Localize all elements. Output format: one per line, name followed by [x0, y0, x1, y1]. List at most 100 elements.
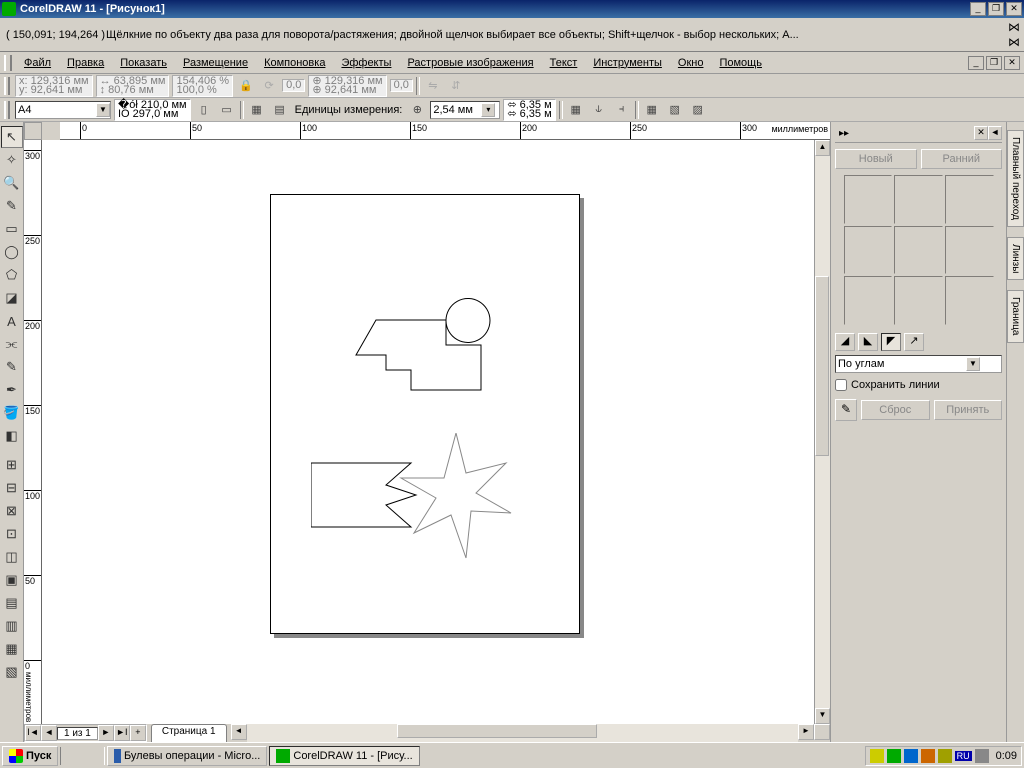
eyedropper-tool[interactable]: ✎ [1, 356, 23, 378]
polygon-tool[interactable]: ⬠ [1, 264, 23, 286]
scrollbar-vertical[interactable]: ▲ ▼ [814, 140, 830, 724]
spinner-icon[interactable]: ▾ [481, 103, 495, 117]
scrollbar-horizontal[interactable]: ◄ ► [231, 724, 814, 742]
scroll-h-thumb[interactable] [397, 724, 597, 738]
menu-file[interactable]: Файл [16, 55, 59, 71]
rectangle-tool[interactable]: ▭ [1, 218, 23, 240]
snap-button[interactable]: ▦ [566, 100, 586, 120]
scroll-left-button[interactable]: ◄ [231, 724, 247, 740]
extra-tool-8[interactable]: ▥ [1, 615, 23, 637]
docker-menu-button[interactable]: ◄ [988, 126, 1002, 140]
paper-size-value[interactable] [16, 104, 96, 116]
close-button[interactable]: ✕ [1006, 2, 1022, 16]
start-button[interactable]: Пуск [2, 746, 58, 766]
preset-cell[interactable] [844, 276, 893, 325]
drawing-page[interactable] [270, 194, 580, 634]
snap3-button[interactable]: ⫞ [612, 100, 632, 120]
extra-tool-2[interactable]: ⊟ [1, 477, 23, 499]
eyedropper-button[interactable]: ✎ [835, 399, 857, 421]
preset-cell[interactable] [894, 276, 943, 325]
first-page-button[interactable]: I◄ [25, 725, 41, 741]
fill-tool[interactable]: 🪣 [1, 402, 23, 424]
corner-style-value[interactable] [836, 358, 966, 370]
minimize-button[interactable]: _ [970, 2, 986, 16]
nudge-combo[interactable]: ▾ [430, 101, 500, 119]
clock[interactable]: 0:09 [992, 750, 1017, 762]
docker-close-button[interactable]: ✕ [974, 126, 988, 140]
add-page-button[interactable]: + [130, 725, 146, 741]
ruler-horizontal[interactable]: миллиметров 050100150200250300 [60, 122, 830, 140]
tray-icon[interactable] [938, 749, 952, 763]
page-dimensions[interactable]: �ół 210,0 мм IŌ 297,0 мм [114, 99, 191, 121]
corner-style-combo[interactable]: ▼ [835, 355, 1002, 373]
menu-help[interactable]: Помощь [711, 55, 770, 71]
docker-tab-lens[interactable]: Линзы [1007, 237, 1024, 280]
ellipse-tool[interactable]: ◯ [1, 241, 23, 263]
keep-lines-checkbox[interactable]: Сохранить линии [835, 379, 1002, 391]
tray-icon[interactable] [887, 749, 901, 763]
menu-effects[interactable]: Эффекты [333, 55, 399, 71]
opt3-button[interactable]: ▨ [688, 100, 708, 120]
scroll-v-thumb[interactable] [815, 276, 829, 456]
maximize-button[interactable]: ❐ [988, 2, 1004, 16]
toolbar-grip[interactable] [4, 55, 12, 71]
language-indicator[interactable]: RU [955, 751, 972, 761]
bowtie-icon[interactable]: ⋈ [1008, 35, 1020, 49]
tray-icon[interactable] [921, 749, 935, 763]
apply-button[interactable]: Принять [934, 400, 1003, 420]
menu-edit[interactable]: Правка [59, 55, 112, 71]
extra-tool-6[interactable]: ▣ [1, 569, 23, 591]
basic-shapes-tool[interactable]: ◪ [1, 287, 23, 309]
zoom-tool[interactable]: 🔍 [1, 172, 23, 194]
docker-tab-border[interactable]: Граница [1007, 290, 1024, 342]
paper-size-combo[interactable]: ▼ [15, 101, 111, 119]
landscape-button[interactable]: ▭ [217, 100, 237, 120]
last-page-button[interactable]: ►I [114, 725, 130, 741]
reset-button[interactable]: Сброс [861, 400, 930, 420]
extra-tool-10[interactable]: ▧ [1, 661, 23, 683]
scroll-down-button[interactable]: ▼ [815, 708, 830, 724]
preset-cell[interactable] [894, 226, 943, 275]
extra-tool-3[interactable]: ⊠ [1, 500, 23, 522]
bowtie-icon[interactable]: ⋈ [1008, 20, 1020, 34]
docker-early-button[interactable]: Ранний [921, 149, 1003, 169]
text-tool[interactable]: A [1, 310, 23, 332]
page-layout-button[interactable]: ▦ [247, 100, 267, 120]
corner-mode-1[interactable]: ◢ [835, 333, 855, 351]
scroll-right-button[interactable]: ► [798, 724, 814, 740]
scroll-h-track[interactable] [247, 724, 798, 742]
ruler-vertical[interactable]: миллиметров 300250200150100500 [24, 140, 42, 724]
shape-star[interactable] [396, 433, 516, 563]
next-page-button[interactable]: ► [98, 725, 114, 741]
quicklaunch-item[interactable] [64, 747, 82, 765]
outline-tool[interactable]: ✒ [1, 379, 23, 401]
preset-grid[interactable] [844, 175, 994, 325]
menu-window[interactable]: Окно [670, 55, 712, 71]
taskbar-task-corel[interactable]: CorelDRAW 11 - [Рису... [269, 746, 419, 766]
keep-lines-input[interactable] [835, 379, 847, 391]
extra-tool-4[interactable]: ⊡ [1, 523, 23, 545]
menu-text[interactable]: Текст [542, 55, 586, 71]
scroll-v-track[interactable] [815, 156, 830, 708]
tray-icon[interactable] [975, 749, 989, 763]
portrait-button[interactable]: ▯ [194, 100, 214, 120]
docker-collapse-icon[interactable]: ▸▸ [835, 128, 853, 139]
mdi-close-button[interactable]: ✕ [1004, 56, 1020, 70]
preset-cell[interactable] [844, 226, 893, 275]
preset-cell[interactable] [945, 276, 994, 325]
toolbar-grip[interactable] [4, 77, 10, 95]
preset-cell[interactable] [844, 175, 893, 224]
freehand-tool[interactable]: ✎ [1, 195, 23, 217]
corner-mode-4[interactable]: ↗ [904, 333, 924, 351]
preset-cell[interactable] [894, 175, 943, 224]
blend-tool[interactable]: ⫘ [1, 333, 23, 355]
tray-icon[interactable] [870, 749, 884, 763]
tray-icon[interactable] [904, 749, 918, 763]
nudge-value[interactable] [431, 104, 481, 116]
corner-mode-3[interactable]: ◤ [881, 333, 901, 351]
opt2-button[interactable]: ▧ [665, 100, 685, 120]
page-layout2-button[interactable]: ▤ [270, 100, 290, 120]
menu-tools[interactable]: Инструменты [585, 55, 670, 71]
mdi-restore-button[interactable]: ❐ [986, 56, 1002, 70]
drawing-viewport[interactable] [42, 140, 814, 724]
